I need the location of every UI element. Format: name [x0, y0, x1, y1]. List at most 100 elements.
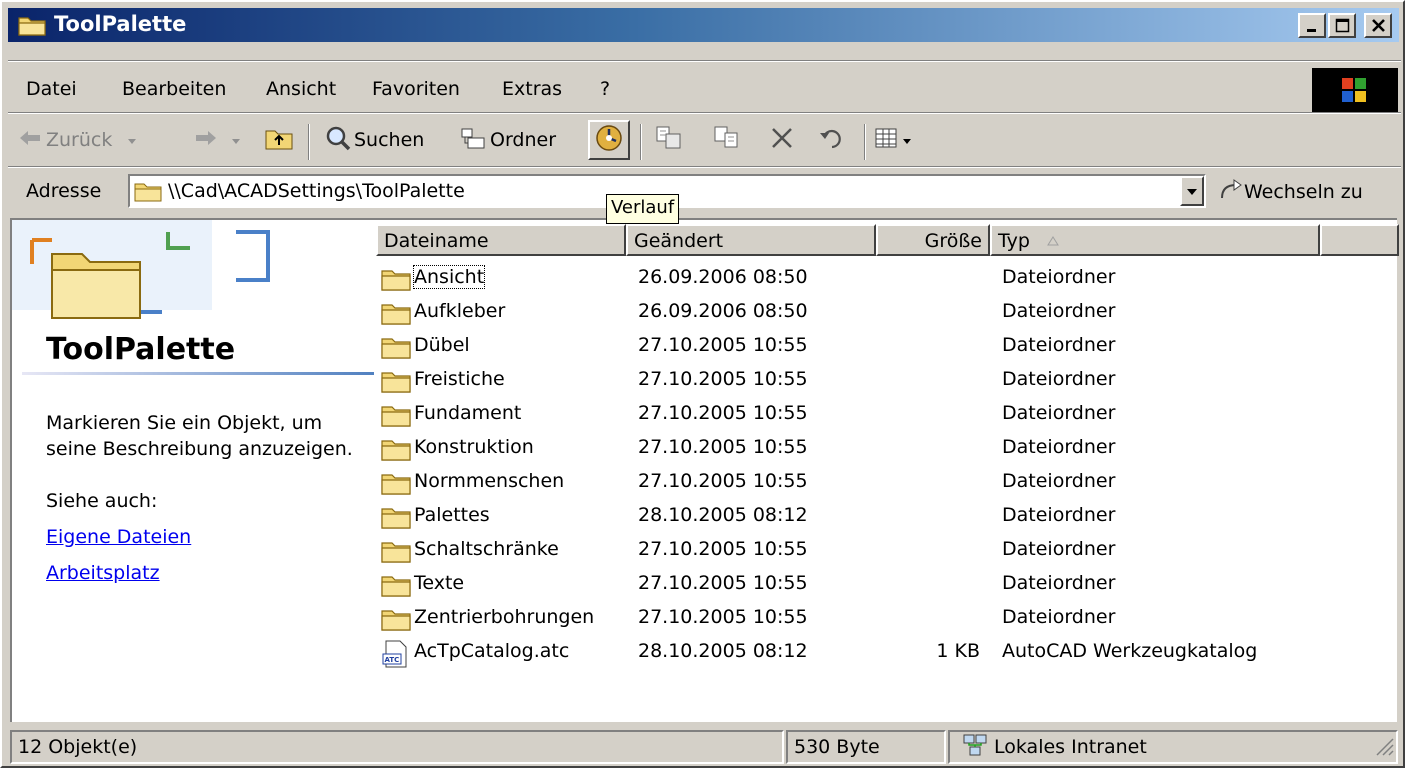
column-header-name[interactable]: Dateiname	[376, 224, 626, 256]
file-modified: 26.09.2006 08:50	[638, 266, 808, 288]
minimize-button[interactable]	[1298, 13, 1326, 38]
table-row[interactable]: Palettes 28.10.2005 08:12 Dateiordner	[376, 498, 1396, 532]
move-to-button[interactable]	[654, 122, 684, 158]
status-zone-text: Lokales Intranet	[994, 736, 1147, 758]
table-row[interactable]: Zentrierbohrungen 27.10.2005 10:55 Dateior…	[376, 600, 1396, 634]
history-button[interactable]	[588, 120, 630, 160]
column-modified-label: Geändert	[634, 230, 724, 252]
toolbar: Zurück Suchen Ordner	[8, 116, 1399, 164]
go-arrow-icon	[1218, 178, 1244, 207]
resize-grip-icon[interactable]	[1373, 735, 1395, 762]
table-row[interactable]: Dübel 27.10.2005 10:55 Dateiordner	[376, 328, 1396, 362]
status-bar: 12 Objekt(e) 530 Byte Lokales Intranet	[8, 728, 1399, 766]
title-underline	[22, 372, 374, 375]
file-type: AutoCAD Werkzeugkatalog	[1002, 640, 1258, 662]
delete-button[interactable]	[768, 122, 796, 158]
menu-bar: Datei Bearbeiten Ansicht Favoriten Extra…	[8, 68, 1399, 108]
table-row[interactable]: Normmenschen 27.10.2005 10:55 Dateiordner	[376, 464, 1396, 498]
folder-icon	[380, 436, 412, 462]
folder-icon	[380, 606, 412, 632]
menu-bearbeiten[interactable]: Bearbeiten	[122, 78, 226, 100]
file-modified: 27.10.2005 10:55	[638, 572, 808, 594]
maximize-button[interactable]	[1328, 13, 1356, 38]
table-row[interactable]: Fundament 27.10.2005 10:55 Dateiordner	[376, 396, 1396, 430]
title-bar[interactable]: ToolPalette	[8, 8, 1399, 42]
content-area: ToolPalette Markieren Sie ein Objekt, um…	[10, 218, 1399, 722]
file-name: Palettes	[414, 504, 490, 526]
copy-to-icon	[712, 124, 742, 157]
table-row[interactable]: Schaltschränke 27.10.2005 10:55 Dateiordne…	[376, 532, 1396, 566]
folder-icon	[134, 179, 162, 208]
file-type: Dateiordner	[1002, 402, 1116, 424]
chevron-down-icon	[902, 129, 912, 151]
menu-favoriten[interactable]: Favoriten	[372, 78, 460, 100]
views-button[interactable]	[874, 122, 912, 158]
folders-button[interactable]: Ordner	[460, 122, 556, 158]
file-name: Zentrierbohrungen	[414, 606, 595, 628]
folder-icon	[380, 572, 412, 598]
table-row[interactable]: Texte 27.10.2005 10:55 Dateiordner	[376, 566, 1396, 600]
menu-help[interactable]: ?	[600, 78, 610, 100]
back-button[interactable]: Zurück	[18, 122, 138, 158]
history-icon	[594, 123, 624, 158]
folder-banner-icon	[12, 220, 374, 328]
file-name: Schaltschränke	[414, 538, 559, 560]
column-name-label: Dateiname	[384, 230, 489, 252]
table-row[interactable]: Freistiche 27.10.2005 10:55 Dateiordner	[376, 362, 1396, 396]
address-dropdown-button[interactable]	[1180, 176, 1204, 206]
up-folder-button[interactable]	[264, 122, 294, 158]
go-label: Wechseln zu	[1244, 181, 1363, 203]
address-path: \\Cad\ACADSettings\ToolPalette	[168, 180, 465, 202]
table-row[interactable]: Konstruktion 27.10.2005 10:55 Dateiordner	[376, 430, 1396, 464]
toolbar-separator	[308, 124, 310, 160]
folders-label: Ordner	[490, 129, 557, 151]
folder-icon	[18, 14, 46, 36]
undo-icon	[818, 125, 846, 156]
undo-button[interactable]	[818, 122, 846, 158]
file-type: Dateiordner	[1002, 572, 1116, 594]
see-also-label: Siehe auch:	[46, 490, 158, 512]
folder-icon	[380, 368, 412, 394]
table-row[interactable]: ATC AcTpCatalog.atc 28.10.2005 08:12 1 KB Au…	[376, 634, 1396, 668]
file-type: Dateiordner	[1002, 436, 1116, 458]
back-arrow-icon	[18, 128, 42, 153]
intranet-icon	[962, 733, 988, 762]
file-modified: 27.10.2005 10:55	[638, 436, 808, 458]
file-modified: 27.10.2005 10:55	[638, 368, 808, 390]
link-arbeitsplatz[interactable]: Arbeitsplatz	[46, 562, 160, 584]
explorer-window: ToolPalette Datei Bearbeiten Ansicht Fav…	[0, 0, 1405, 768]
move-to-icon	[654, 124, 684, 157]
delete-icon	[768, 124, 796, 157]
column-header-type[interactable]: Typ	[990, 224, 1320, 256]
column-header-size[interactable]: Größe	[876, 224, 990, 256]
search-button[interactable]: Suchen	[324, 122, 424, 158]
file-modified: 26.09.2006 08:50	[638, 300, 808, 322]
table-row[interactable]: Aufkleber 26.09.2006 08:50 Dateiordner	[376, 294, 1396, 328]
folder-title: ToolPalette	[46, 332, 236, 367]
column-header-empty[interactable]	[1320, 224, 1399, 256]
forward-button[interactable]	[194, 122, 242, 158]
column-header-modified[interactable]: Geändert	[626, 224, 876, 256]
link-eigene-dateien[interactable]: Eigene Dateien	[46, 526, 191, 548]
copy-to-button[interactable]	[712, 122, 742, 158]
divider	[8, 166, 1401, 168]
file-modified: 27.10.2005 10:55	[638, 606, 808, 628]
file-name: AcTpCatalog.atc	[414, 640, 570, 662]
toolbar-separator	[864, 124, 866, 160]
folder-icon	[380, 300, 412, 326]
menu-datei[interactable]: Datei	[26, 78, 77, 100]
menu-ansicht[interactable]: Ansicht	[266, 78, 336, 100]
file-name: Dübel	[414, 334, 470, 356]
status-zone: Lokales Intranet	[948, 730, 1398, 764]
windows-logo-icon	[1312, 68, 1398, 114]
file-type: Dateiordner	[1002, 334, 1116, 356]
chevron-down-icon	[230, 129, 242, 151]
file-name: Aufkleber	[414, 300, 506, 322]
close-button[interactable]	[1364, 13, 1392, 38]
file-name: Konstruktion	[414, 436, 534, 458]
table-row[interactable]: Ansicht 26.09.2006 08:50 Dateiordner	[376, 260, 1396, 294]
folders-icon	[460, 126, 486, 155]
menu-extras[interactable]: Extras	[502, 78, 562, 100]
go-button[interactable]: Wechseln zu	[1218, 176, 1363, 208]
forward-arrow-icon	[194, 128, 218, 153]
